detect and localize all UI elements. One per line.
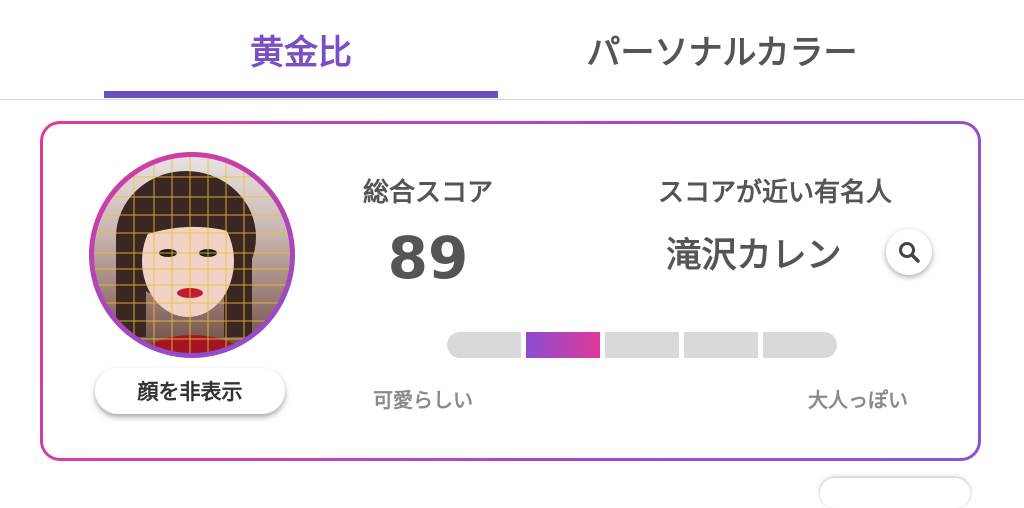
active-tab-indicator xyxy=(104,91,498,98)
hide-face-button[interactable]: 顔を非表示 xyxy=(95,368,285,414)
tab-golden-ratio[interactable]: 黄金比 xyxy=(104,0,498,99)
style-scale xyxy=(447,332,837,358)
result-card: 顔を非表示 総合スコア 89 スコアが近い有名人 滝沢カレン 可愛らしい 大人っ… xyxy=(40,121,981,461)
scale-segment xyxy=(684,332,758,358)
search-celebrity-button[interactable] xyxy=(886,229,932,275)
tab-bar: 黄金比 パーソナルカラー xyxy=(0,0,1024,100)
scale-segment xyxy=(447,332,521,358)
scale-right-label: 大人っぽい xyxy=(808,388,908,412)
scale-segment xyxy=(605,332,679,358)
similar-celebrity-name: 滝沢カレン xyxy=(666,236,842,276)
next-card-edge xyxy=(820,478,970,508)
similar-celebrity-label: スコアが近い有名人 xyxy=(657,178,892,208)
scale-left-label: 可愛らしい xyxy=(373,388,473,412)
total-score-label: 総合スコア xyxy=(362,178,493,208)
total-score-value: 89 xyxy=(387,224,469,292)
scale-segment xyxy=(763,332,837,358)
tab-personal-color[interactable]: パーソナルカラー xyxy=(520,0,924,99)
face-illustration xyxy=(94,157,290,353)
avatar xyxy=(89,152,295,358)
scale-segment-active xyxy=(526,332,600,358)
face-photo xyxy=(94,157,290,353)
search-icon xyxy=(899,242,920,263)
